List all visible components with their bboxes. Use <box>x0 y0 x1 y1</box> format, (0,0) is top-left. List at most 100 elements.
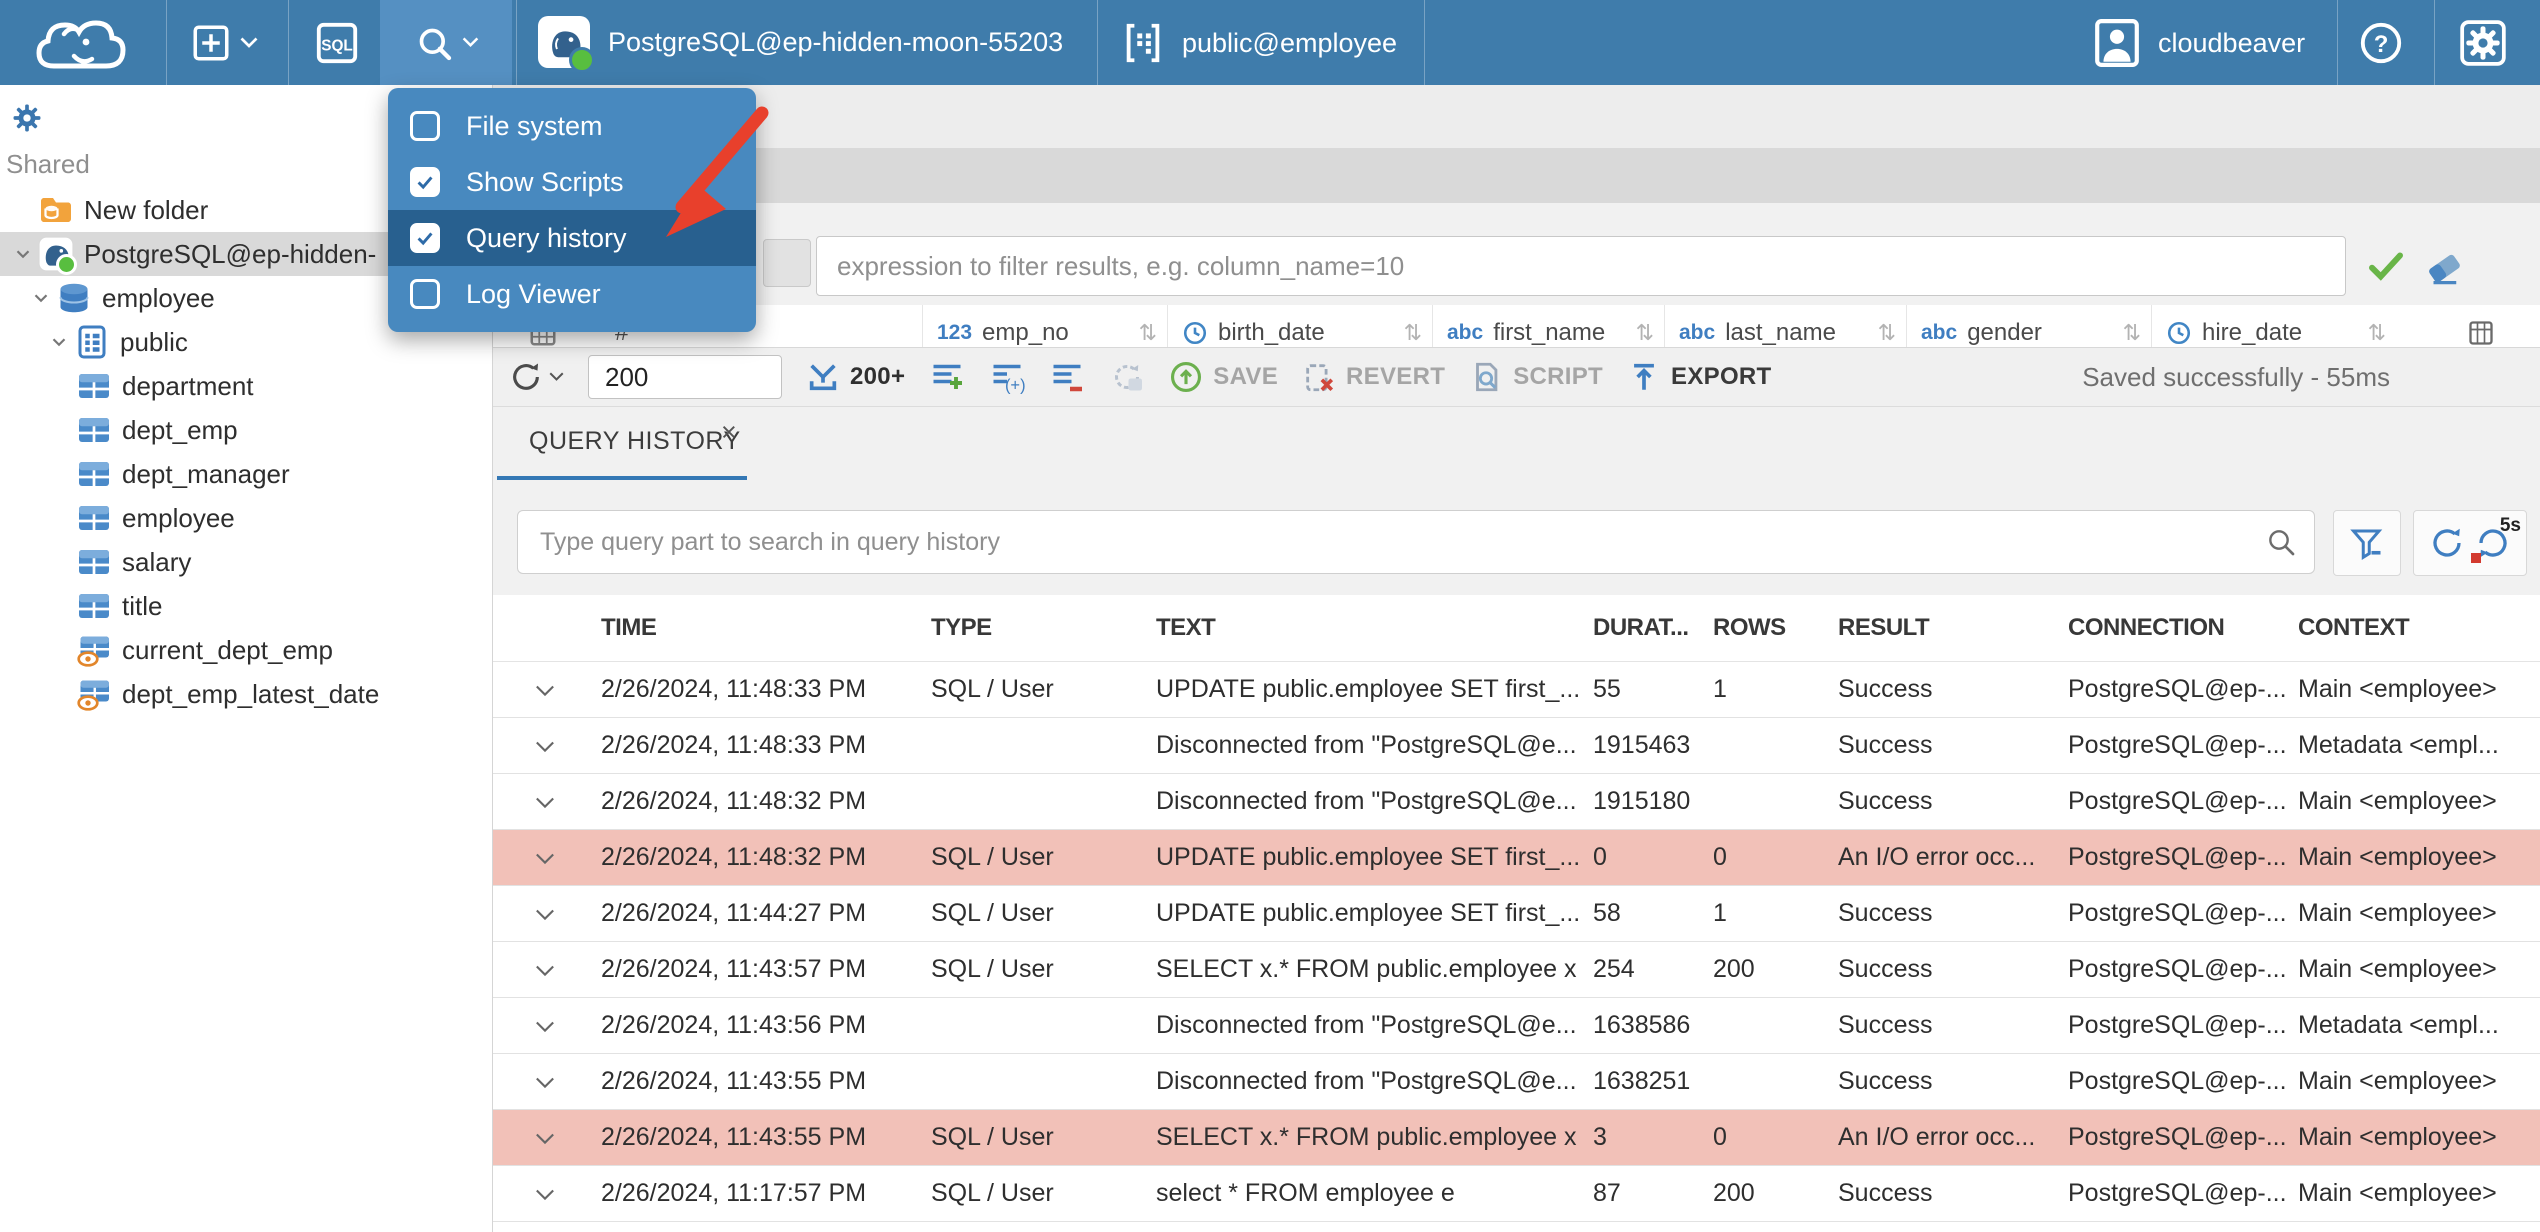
col-duration[interactable]: DURAT... <box>1593 614 1713 642</box>
tree-item-view[interactable]: dept_emp_latest_date <box>0 672 492 716</box>
filter-options-button[interactable] <box>763 239 811 287</box>
history-filter-button[interactable] <box>2333 510 2401 576</box>
column-header-hire-date[interactable]: hire_date ⇅ <box>2151 305 2396 347</box>
expand-chevron-icon[interactable] <box>531 1068 601 1096</box>
refresh-button[interactable] <box>509 360 564 394</box>
column-header-birth-date[interactable]: birth_date ⇅ <box>1167 305 1432 347</box>
export-button[interactable]: EXPORT <box>1627 360 1771 394</box>
tree-item-table[interactable]: title <box>0 584 492 628</box>
tree-item-table[interactable]: dept_manager <box>0 452 492 496</box>
checkbox-checked[interactable] <box>410 167 440 197</box>
delete-row-icon[interactable] <box>1049 359 1085 395</box>
sort-icon[interactable]: ⇅ <box>1636 321 1664 346</box>
query-history-tab[interactable]: QUERY HISTORY <box>529 427 741 456</box>
clear-filter-icon[interactable] <box>2423 245 2465 287</box>
chevron-down-icon[interactable] <box>8 243 38 265</box>
chevron-down-icon[interactable] <box>26 287 56 309</box>
menu-item-file-system[interactable]: File system <box>388 98 756 154</box>
tree-item-table[interactable]: dept_emp <box>0 408 492 452</box>
view-icon <box>76 676 112 712</box>
cell-rows: 1 <box>1713 675 1727 703</box>
add-row-icon[interactable] <box>929 359 965 395</box>
revert-button[interactable]: REVERT <box>1302 360 1445 394</box>
col-type[interactable]: TYPE <box>931 614 1156 642</box>
save-button[interactable]: SAVE <box>1169 360 1278 394</box>
column-header-emp-no[interactable]: 123 emp_no ⇅ <box>922 305 1167 347</box>
expand-chevron-icon[interactable] <box>531 732 601 760</box>
grid-settings-icon[interactable] <box>2467 319 2495 347</box>
col-context[interactable]: CONTEXT <box>2298 614 2540 642</box>
column-header-last-name[interactable]: abc last_name ⇅ <box>1664 305 1906 347</box>
sort-icon[interactable]: ⇅ <box>1404 321 1432 346</box>
filter-expression-input[interactable] <box>816 236 2346 296</box>
cell-time: 2/26/2024, 11:48:33 PM <box>601 731 867 759</box>
close-icon[interactable]: × <box>721 417 737 448</box>
menu-item-query-history[interactable]: Query history <box>388 210 756 266</box>
fetch-page-icon <box>809 364 837 391</box>
expand-chevron-icon[interactable] <box>531 1124 601 1152</box>
history-row[interactable]: 2/26/2024, 11:48:33 PM SQL / User UPDATE… <box>493 662 2540 718</box>
chevron-down-icon[interactable] <box>44 331 74 353</box>
auto-refresh-disabled-icon[interactable] <box>1109 359 1145 395</box>
history-search-input[interactable] <box>517 510 2315 574</box>
expand-chevron-icon[interactable] <box>531 844 601 872</box>
history-row[interactable]: 2/26/2024, 11:48:33 PM Disconnected from… <box>493 718 2540 774</box>
history-row[interactable]: 2/26/2024, 11:43:57 PM SQL / User SELECT… <box>493 942 2540 998</box>
column-header-gender[interactable]: abc gender ⇅ <box>1906 305 2151 347</box>
new-connection-button[interactable] <box>190 22 258 64</box>
help-button[interactable]: ? <box>2358 20 2404 66</box>
script-button[interactable]: SCRIPT <box>1469 360 1603 394</box>
tree-item-table[interactable]: salary <box>0 540 492 584</box>
tree-item-table[interactable]: employee <box>0 496 492 540</box>
history-row[interactable]: 2/26/2024, 11:44:27 PM SQL / User UPDATE… <box>493 886 2540 942</box>
col-text[interactable]: TEXT <box>1156 614 1593 642</box>
expand-chevron-icon[interactable] <box>531 956 601 984</box>
cell-text: Disconnected from "PostgreSQL@e... <box>1156 787 1577 815</box>
history-row-error[interactable]: 2/26/2024, 11:43:55 PM SQL / User SELECT… <box>493 1110 2540 1166</box>
connection-selector[interactable]: PostgreSQL@ep-hidden-moon-55203 <box>538 16 1063 73</box>
auto-refresh-button[interactable]: 5s <box>2471 515 2521 563</box>
expand-chevron-icon[interactable] <box>531 788 601 816</box>
col-time[interactable]: TIME <box>601 614 931 642</box>
tree-item-table[interactable]: department <box>0 364 492 408</box>
refresh-icon <box>513 363 539 390</box>
sql-editor-button[interactable]: SQL <box>314 20 360 66</box>
sort-icon[interactable]: ⇅ <box>2368 321 2396 346</box>
history-row[interactable]: 2/26/2024, 11:43:55 PM Disconnected from… <box>493 1054 2540 1110</box>
expand-chevron-icon[interactable] <box>531 900 601 928</box>
column-header-first-name[interactable]: abc first_name ⇅ <box>1432 305 1664 347</box>
gear-icon[interactable] <box>10 101 44 135</box>
refresh-icon[interactable] <box>2429 525 2465 561</box>
tree-item-view[interactable]: current_dept_emp <box>0 628 492 672</box>
checkbox-checked[interactable] <box>410 223 440 253</box>
col-connection[interactable]: CONNECTION <box>2068 614 2298 642</box>
menu-item-log-viewer[interactable]: Log Viewer <box>388 266 756 322</box>
sort-icon[interactable]: ⇅ <box>2123 321 2151 346</box>
tree-item-label: title <box>122 590 163 621</box>
tools-menu-button[interactable] <box>380 0 512 85</box>
user-menu-button[interactable]: cloudbeaver <box>2094 18 2305 68</box>
col-result[interactable]: RESULT <box>1838 614 2068 642</box>
history-row[interactable]: 2/26/2024, 11:43:56 PM Disconnected from… <box>493 998 2540 1054</box>
settings-button[interactable] <box>2458 18 2508 68</box>
history-row[interactable]: 2/26/2024, 11:48:32 PM Disconnected from… <box>493 774 2540 830</box>
checkbox-unchecked[interactable] <box>410 111 440 141</box>
fetch-size-input[interactable] <box>588 355 782 399</box>
schema-selector[interactable]: public@employee <box>1120 20 1397 66</box>
cell-duration: 3 <box>1593 1123 1607 1151</box>
checkbox-unchecked[interactable] <box>410 279 440 309</box>
history-row[interactable]: 2/26/2024, 11:17:57 PM SQL / User select… <box>493 1166 2540 1222</box>
tree-item-label: current_dept_emp <box>122 634 334 665</box>
sort-icon[interactable]: ⇅ <box>1878 321 1906 346</box>
expand-chevron-icon[interactable] <box>531 676 601 704</box>
fetch-next-page-button[interactable]: 200+ <box>806 360 905 394</box>
menu-item-show-scripts[interactable]: Show Scripts <box>388 154 756 210</box>
apply-filter-icon[interactable] <box>2365 245 2407 287</box>
history-row-error[interactable]: 2/26/2024, 11:48:32 PM SQL / User UPDATE… <box>493 830 2540 886</box>
status-message: Saved successfully - 55ms <box>2082 361 2390 392</box>
sort-icon[interactable]: ⇅ <box>1139 321 1167 346</box>
expand-chevron-icon[interactable] <box>531 1012 601 1040</box>
duplicate-row-icon[interactable]: (+) <box>989 359 1025 395</box>
expand-chevron-icon[interactable] <box>531 1180 601 1208</box>
col-rows[interactable]: ROWS <box>1713 614 1838 642</box>
